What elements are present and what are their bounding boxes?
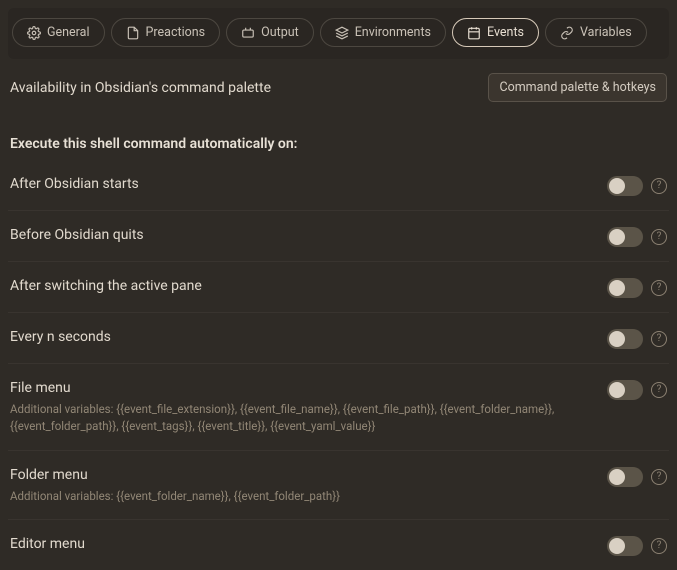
tab-events[interactable]: Events xyxy=(452,18,539,47)
event-toggle[interactable] xyxy=(607,329,643,349)
event-item: Before Obsidian quits? xyxy=(8,210,669,261)
event-item: After Obsidian starts? xyxy=(8,160,669,210)
tab-label: Variables xyxy=(580,25,632,40)
event-toggle[interactable] xyxy=(607,380,643,400)
tab-preactions[interactable]: Preactions xyxy=(111,18,221,47)
help-icon[interactable]: ? xyxy=(651,331,667,347)
link-icon xyxy=(560,26,574,40)
event-text: Every n seconds xyxy=(10,327,591,348)
tab-label: Output xyxy=(261,25,299,40)
event-controls: ? xyxy=(607,378,667,400)
event-title: Every n seconds xyxy=(10,327,591,348)
tab-label: Events xyxy=(487,25,524,40)
event-title: Editor menu xyxy=(10,534,591,555)
help-icon[interactable]: ? xyxy=(651,469,667,485)
event-text: After switching the active pane xyxy=(10,276,591,297)
event-item: Editor menu? xyxy=(8,519,669,570)
help-icon[interactable]: ? xyxy=(651,280,667,296)
tab-output[interactable]: Output xyxy=(226,18,314,47)
gear-icon xyxy=(27,26,41,40)
tab-bar: General Preactions Output Environments E… xyxy=(8,8,669,59)
event-title: File menu xyxy=(10,378,591,399)
event-toggle[interactable] xyxy=(607,467,643,487)
tab-label: Preactions xyxy=(146,25,206,40)
event-text: File menuAdditional variables: {{event_f… xyxy=(10,378,591,436)
event-controls: ? xyxy=(607,534,667,556)
event-controls: ? xyxy=(607,174,667,196)
events-list: After Obsidian starts?Before Obsidian qu… xyxy=(8,160,669,570)
event-toggle[interactable] xyxy=(607,176,643,196)
availability-label: Availability in Obsidian's command palet… xyxy=(10,80,271,96)
event-title: Before Obsidian quits xyxy=(10,225,591,246)
tab-variables[interactable]: Variables xyxy=(545,18,647,47)
event-description: Additional variables: {{event_folder_nam… xyxy=(10,488,591,505)
availability-row: Availability in Obsidian's command palet… xyxy=(8,69,669,116)
event-controls: ? xyxy=(607,225,667,247)
help-icon[interactable]: ? xyxy=(651,538,667,554)
event-title: After switching the active pane xyxy=(10,276,591,297)
event-item: File menuAdditional variables: {{event_f… xyxy=(8,363,669,450)
event-item: Folder menu Additional variables: {{event… xyxy=(8,450,669,519)
event-text: After Obsidian starts xyxy=(10,174,591,195)
layers-icon xyxy=(335,26,349,40)
help-icon[interactable]: ? xyxy=(651,229,667,245)
section-title: Execute this shell command automatically… xyxy=(8,116,669,160)
help-icon[interactable]: ? xyxy=(651,382,667,398)
event-toggle[interactable] xyxy=(607,227,643,247)
tab-environments[interactable]: Environments xyxy=(320,18,446,47)
availability-select[interactable]: Command palette & hotkeys xyxy=(488,73,667,102)
event-toggle[interactable] xyxy=(607,278,643,298)
help-icon[interactable]: ? xyxy=(651,178,667,194)
event-description: Additional variables: {{event_file_exten… xyxy=(10,401,591,436)
output-icon xyxy=(241,26,255,40)
event-title: After Obsidian starts xyxy=(10,174,591,195)
event-toggle[interactable] xyxy=(607,536,643,556)
tab-label: Environments xyxy=(355,25,431,40)
event-text: Editor menu xyxy=(10,534,591,555)
event-text: Folder menu Additional variables: {{event… xyxy=(10,465,591,505)
tab-general[interactable]: General xyxy=(12,18,105,47)
calendar-icon xyxy=(467,26,481,40)
tab-label: General xyxy=(47,25,90,40)
event-controls: ? xyxy=(607,327,667,349)
event-title: Folder menu xyxy=(10,465,591,486)
event-controls: ? xyxy=(607,465,667,487)
event-item: After switching the active pane? xyxy=(8,261,669,312)
event-text: Before Obsidian quits xyxy=(10,225,591,246)
event-item: Every n seconds? xyxy=(8,312,669,363)
event-controls: ? xyxy=(607,276,667,298)
file-icon xyxy=(126,26,140,40)
